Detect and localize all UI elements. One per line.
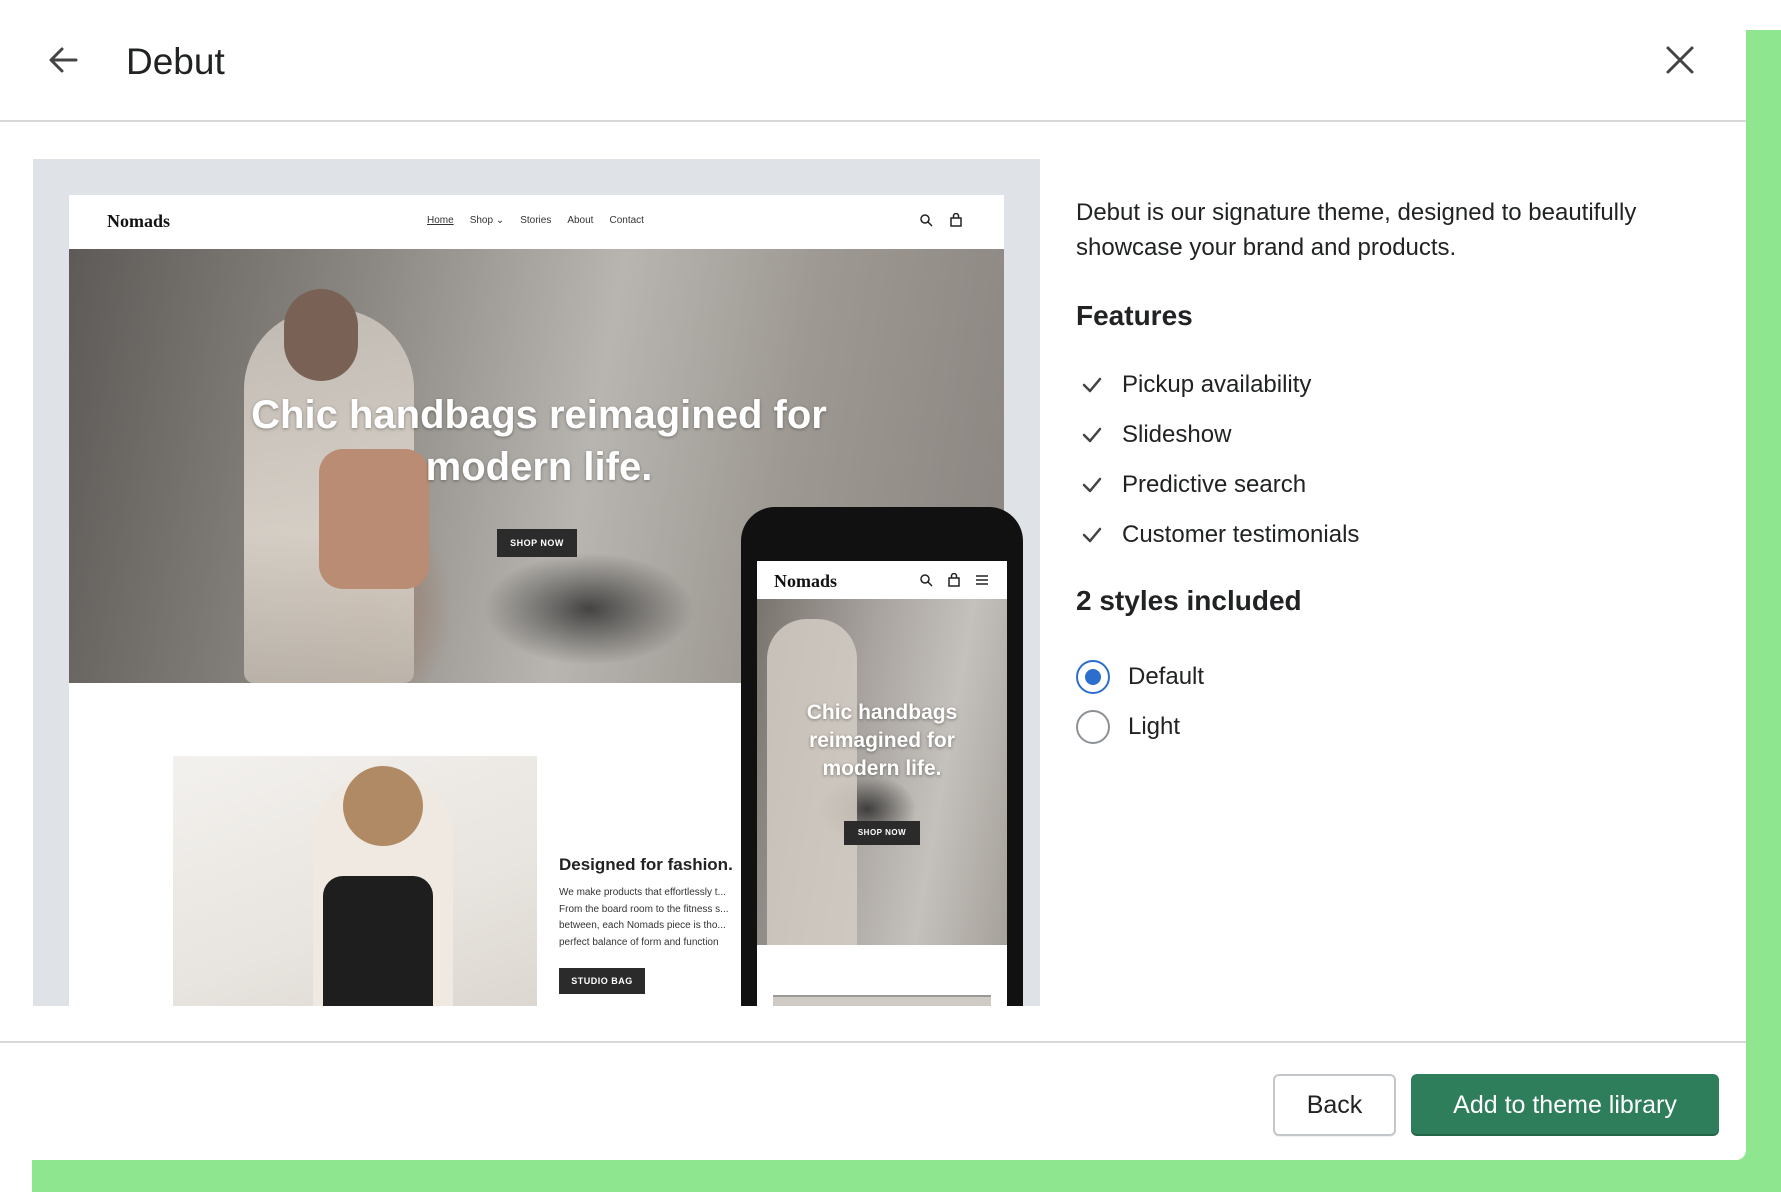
style-option-label: Light xyxy=(1128,713,1181,740)
feature-label: Pickup availability xyxy=(1122,371,1312,398)
add-to-theme-library-button[interactable]: Add to theme library xyxy=(1411,1074,1719,1136)
search-icon xyxy=(920,214,933,227)
nav-link-about: About xyxy=(567,215,594,226)
modal-header: Debut xyxy=(0,0,1746,122)
feature-label: Predictive search xyxy=(1122,471,1307,498)
checkmark-icon xyxy=(1082,477,1102,493)
checkmark-icon xyxy=(1082,527,1102,543)
modal-footer: Back Add to theme library xyxy=(0,1041,1746,1160)
green-frame-bottom xyxy=(32,1160,1781,1192)
feature-item: Slideshow xyxy=(1076,418,1231,452)
menu-icon xyxy=(976,575,988,585)
radio-button[interactable] xyxy=(1076,710,1110,744)
mobile-nav-icons xyxy=(919,573,989,587)
feature-image xyxy=(173,756,537,1006)
close-icon[interactable] xyxy=(1660,40,1700,80)
feature-model-hair xyxy=(343,766,423,846)
feature-item: Pickup availability xyxy=(1076,368,1311,402)
nav-link-contact: Contact xyxy=(609,215,644,226)
feature-item: Customer testimonials xyxy=(1076,518,1359,552)
checkmark-icon xyxy=(1082,427,1102,443)
radio-button-selected[interactable] xyxy=(1076,660,1110,694)
feature-body-text: We make products that effortlessly t... … xyxy=(559,887,729,948)
nav-link-stories: Stories xyxy=(520,215,552,226)
desktop-logo: Nomads xyxy=(107,211,171,231)
desktop-nav-links: Home Shop ⌄ Stories About Contact xyxy=(427,215,644,226)
desktop-nav: Nomads Home Shop ⌄ Stories About Contact xyxy=(69,195,1004,249)
style-option-light[interactable]: Light xyxy=(1076,708,1180,746)
desktop-hero-heading: Chic handbags reimagined for modern life… xyxy=(251,393,827,489)
back-button[interactable]: Back xyxy=(1273,1074,1396,1136)
mobile-hero-heading: Chic handbags reimagined for modern life… xyxy=(806,701,958,780)
feature-label: Slideshow xyxy=(1122,421,1232,448)
arrow-left-icon[interactable] xyxy=(44,40,84,80)
features-heading: Features xyxy=(1076,300,1193,331)
nav-link-home: Home xyxy=(427,215,454,226)
feature-item: Predictive search xyxy=(1076,468,1306,502)
mobile-hero-image: Chic handbags reimagined for modern life… xyxy=(757,599,1007,945)
mobile-screen: Nomads Chic handbags reimagined for mode… xyxy=(757,561,1007,1006)
theme-preview: Nomads Home Shop ⌄ Stories About Contact… xyxy=(33,159,1040,1006)
mobile-logo: Nomads xyxy=(774,571,838,591)
modal-title: Debut xyxy=(126,41,225,82)
styles-heading: 2 styles included xyxy=(1076,585,1302,616)
feature-label: Customer testimonials xyxy=(1122,521,1360,548)
studio-bag-button: STUDIO BAG xyxy=(559,968,645,994)
hero-model-head xyxy=(284,289,358,381)
style-option-label: Default xyxy=(1128,663,1205,690)
cart-icon xyxy=(948,573,960,587)
desktop-shop-now-button: SHOP NOW xyxy=(497,529,577,557)
nav-link-shop: Shop ⌄ xyxy=(469,215,505,226)
style-option-default[interactable]: Default xyxy=(1076,658,1204,696)
desktop-nav-icons xyxy=(919,213,963,227)
checkmark-icon xyxy=(1082,377,1102,393)
mobile-shop-now-button: SHOP NOW xyxy=(844,821,920,845)
mobile-preview: Nomads Chic handbags reimagined for mode… xyxy=(741,507,1023,1006)
feature-backpack xyxy=(323,876,433,1006)
theme-modal: Debut Nomads Home Shop ⌄ Stories About C… xyxy=(0,0,1746,1160)
mobile-next-section xyxy=(773,995,991,1006)
cart-icon xyxy=(950,213,962,227)
feature-heading: Designed for fashion. xyxy=(559,855,733,874)
mobile-nav: Nomads xyxy=(757,561,1007,599)
search-icon xyxy=(920,574,933,587)
theme-description: Debut is our signature theme, designed t… xyxy=(1076,199,1637,261)
